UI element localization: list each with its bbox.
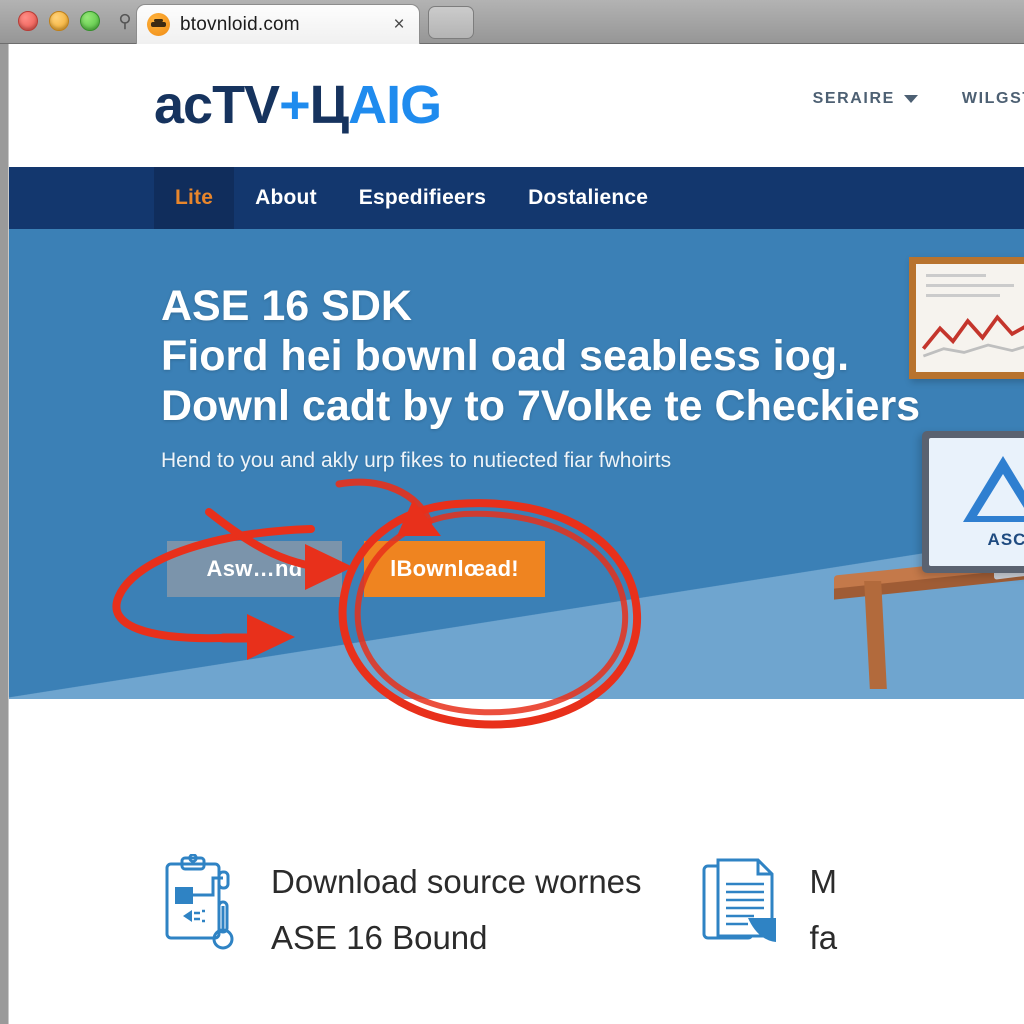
site-header: acTV+ЦAIG SERAIRE WILGSTE	[9, 44, 1024, 167]
poster-line-chart	[921, 314, 1024, 358]
logo-text-part3: Ц	[309, 75, 349, 135]
hero-heading-line3: Downl cadt by to 7Volke te Checkiers	[161, 382, 921, 430]
desk-leg-left	[864, 581, 887, 689]
clipboard-device-icon	[165, 854, 234, 950]
window-controls[interactable]	[18, 11, 100, 31]
feature-2-line1: M	[809, 863, 838, 900]
nav-item-lite[interactable]: Lite	[154, 167, 235, 229]
hero-section: ASC ASE 16 SDK Fiord hei bownl oad seabl…	[9, 229, 1024, 699]
header-utility-nav: SERAIRE WILGSTE	[813, 90, 1024, 108]
bookmark-hook-icon: ⚲	[118, 11, 132, 31]
monitor-screen: ASC	[929, 438, 1024, 566]
nav-label-about: About	[255, 186, 317, 209]
hero-subtext: Hend to you and akly urp fikes to nutiec…	[161, 449, 672, 472]
nav-label-espedifieers: Espedifieers	[358, 186, 487, 209]
nav-item-dostalience[interactable]: Dostalience	[507, 167, 669, 229]
header-nav-item-seraire[interactable]: SERAIRE	[813, 90, 918, 108]
tab-close-icon[interactable]: ×	[389, 15, 409, 35]
feature-card-1[interactable]: Download source wornes ASE 16 Bound	[161, 854, 642, 966]
browser-window: ⚲ btovnloid.com × acTV+ЦAIG SERAIRE WILG…	[0, 0, 1024, 1024]
feature-1-text: Download source wornes ASE 16 Bound	[271, 854, 642, 966]
secondary-button-label: Asw…nd	[206, 556, 303, 581]
nav-label-lite: Lite	[175, 186, 214, 209]
nav-item-espedifieers[interactable]: Espedifieers	[338, 167, 507, 229]
document-page-icon	[702, 858, 776, 942]
framed-chart-poster-icon	[909, 257, 1024, 379]
feature-2-text: M fa	[810, 854, 838, 966]
download-button-label: lBownlœad!	[390, 556, 519, 581]
feature-1-line2: ASE 16 Bound	[271, 919, 488, 956]
browser-tab-bar: ⚲ btovnloid.com ×	[0, 0, 1024, 44]
monitor-icon: ASC	[922, 431, 1024, 573]
secondary-action-button[interactable]: Asw…nd	[167, 541, 342, 597]
header-nav-item-wilgste[interactable]: WILGSTE	[962, 90, 1024, 108]
browser-content-frame: acTV+ЦAIG SERAIRE WILGSTE Lite	[0, 44, 1024, 1024]
download-button[interactable]: lBownlœad!	[364, 541, 545, 597]
hero-heading: ASE 16 SDK Fiord hei bownl oad seabless …	[161, 281, 921, 431]
chevron-down-icon	[903, 95, 918, 103]
header-nav-label-seraire: SERAIRE	[812, 90, 895, 107]
feature-1-line1: Download source wornes	[271, 863, 642, 900]
nav-item-about[interactable]: About	[234, 167, 338, 229]
hero-heading-line1: ASE 16 SDK	[161, 282, 412, 330]
features-section: Download source wornes ASE 16 Bound M fa	[9, 699, 1024, 979]
feature-2-line2: fa	[809, 919, 838, 956]
logo-text-part4: AIG	[348, 75, 442, 135]
nav-label-dostalience: Dostalience	[528, 186, 649, 209]
logo-text-part1: acTV	[154, 75, 280, 135]
hero-text-block: ASE 16 SDK Fiord hei bownl oad seabless …	[161, 281, 921, 475]
asc-logo-triangle-inner	[977, 474, 1024, 516]
main-navigation-bar: Lite About Espedifieers Dostalience	[9, 167, 1024, 229]
header-nav-label-wilgste: WILGSTE	[961, 90, 1024, 107]
site-favicon-icon	[147, 13, 170, 36]
minimize-window-button[interactable]	[49, 11, 69, 31]
maximize-window-button[interactable]	[80, 11, 100, 31]
close-window-button[interactable]	[18, 11, 38, 31]
logo-text-plus: +	[279, 75, 311, 135]
browser-tab[interactable]: btovnloid.com ×	[136, 4, 420, 44]
hero-heading-line2: Fiord hei bownl oad seabless iog.	[161, 332, 850, 380]
page-viewport: acTV+ЦAIG SERAIRE WILGSTE Lite	[8, 44, 1024, 1024]
hero-button-group: Asw…nd lBownlœad!	[167, 541, 545, 597]
asc-logo-label: ASC	[987, 530, 1024, 549]
site-logo[interactable]: acTV+ЦAIG	[154, 75, 442, 135]
feature-card-2[interactable]: M fa	[700, 854, 838, 966]
tab-title: btovnloid.com	[180, 13, 300, 35]
new-tab-button[interactable]	[428, 6, 474, 39]
